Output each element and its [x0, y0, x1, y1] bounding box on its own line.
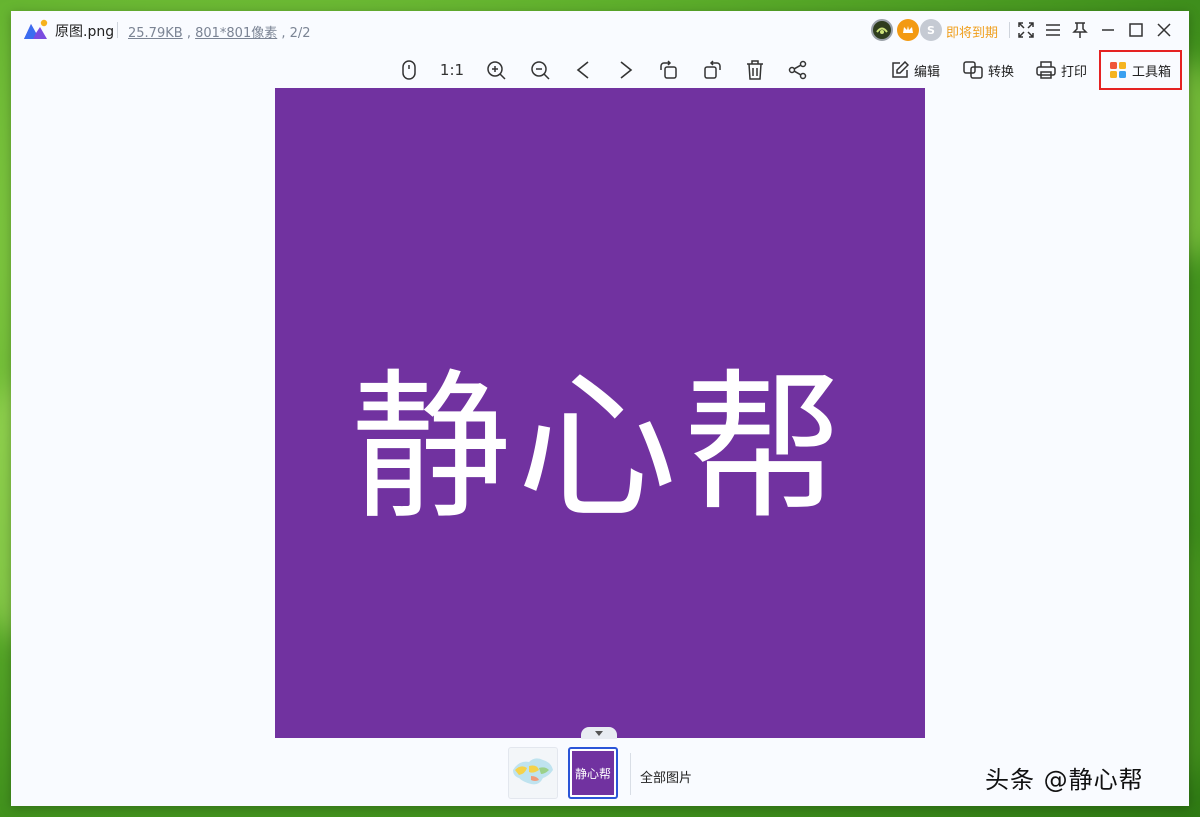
chevron-left-icon: [576, 61, 589, 79]
fullscreen-button[interactable]: [1014, 18, 1038, 42]
pin-icon: [1072, 22, 1088, 38]
title-controls-divider: [1009, 22, 1010, 38]
share-button[interactable]: [785, 57, 811, 83]
edit-button[interactable]: 编辑: [891, 58, 940, 82]
fullscreen-icon: [1018, 22, 1034, 38]
s-coin-icon[interactable]: S: [920, 19, 942, 41]
caret-down-icon: [595, 730, 603, 736]
minimize-button[interactable]: [1096, 18, 1120, 42]
mouse-icon: [402, 60, 416, 80]
zoom-in-button[interactable]: [483, 57, 509, 83]
convert-label: 转换: [988, 64, 1015, 80]
close-button[interactable]: [1152, 18, 1176, 42]
chevron-right-icon: [620, 61, 633, 79]
file-info: 25.79KB , 801*801像素 , 2/2: [128, 26, 311, 41]
image-content-text: 静心帮: [350, 354, 849, 541]
thumbnail-current-image[interactable]: 静心帮: [568, 747, 618, 799]
print-label: 打印: [1061, 64, 1088, 80]
edit-icon: [892, 61, 909, 78]
print-button[interactable]: 打印: [1036, 58, 1087, 82]
actual-size-button[interactable]: 1:1: [439, 57, 465, 83]
rotate-left-button[interactable]: [656, 57, 682, 83]
maximize-icon: [1129, 23, 1143, 37]
file-name: 原图.png: [55, 24, 115, 40]
zoom-out-icon: [531, 61, 550, 80]
thumbnail-map-image[interactable]: [508, 747, 558, 799]
file-size[interactable]: 25.79KB: [128, 26, 183, 41]
all-images-link[interactable]: 全部图片: [640, 767, 692, 786]
title-divider: [117, 22, 118, 38]
print-icon: [1036, 61, 1056, 79]
edit-label: 编辑: [914, 64, 941, 80]
watermark-text: 头条 @静心帮: [985, 766, 1144, 794]
zoom-out-button[interactable]: [527, 57, 553, 83]
mouse-mode-button[interactable]: [396, 57, 422, 83]
convert-button[interactable]: 转换: [963, 58, 1014, 82]
image-viewer-window: 原图.png 25.79KB , 801*801像素 , 2/2 S 即将到期: [11, 11, 1189, 806]
maximize-button[interactable]: [1124, 18, 1148, 42]
rotate-right-icon: [704, 60, 721, 79]
toolbox-button[interactable]: 工具箱: [1109, 58, 1171, 82]
minimize-icon: [1102, 29, 1114, 31]
membership-status-link[interactable]: 即将到期: [946, 22, 998, 41]
thumbnail-current-label: 静心帮: [572, 751, 614, 795]
crown-badge-icon[interactable]: [897, 19, 919, 41]
delete-button[interactable]: [742, 57, 768, 83]
collapse-thumbnails-button[interactable]: [581, 727, 617, 739]
next-image-button[interactable]: [613, 57, 639, 83]
close-icon: [1157, 23, 1171, 37]
title-bar: 原图.png 25.79KB , 801*801像素 , 2/2 S 即将到期: [11, 11, 1189, 49]
app-logo-icon: [24, 19, 48, 39]
menu-button[interactable]: [1041, 18, 1065, 42]
thumbnail-divider: [630, 753, 631, 795]
trash-icon: [747, 60, 763, 80]
convert-icon: [963, 61, 983, 79]
previous-image-button[interactable]: [570, 57, 596, 83]
page-counter: , 2/2: [281, 26, 311, 41]
china-map-icon: [513, 758, 553, 785]
image-dimensions[interactable]: 801*801像素: [195, 26, 277, 41]
zoom-in-icon: [487, 61, 506, 80]
user-avatar-icon[interactable]: [871, 19, 893, 41]
main-image-canvas[interactable]: 静心帮: [275, 88, 925, 738]
pin-button[interactable]: [1068, 18, 1092, 42]
menu-icon: [1046, 24, 1060, 36]
rotate-left-icon: [660, 60, 677, 79]
toolbox-label: 工具箱: [1132, 64, 1172, 80]
rotate-right-button[interactable]: [699, 57, 725, 83]
share-icon: [788, 60, 807, 80]
toolbox-icon: [1110, 62, 1126, 78]
